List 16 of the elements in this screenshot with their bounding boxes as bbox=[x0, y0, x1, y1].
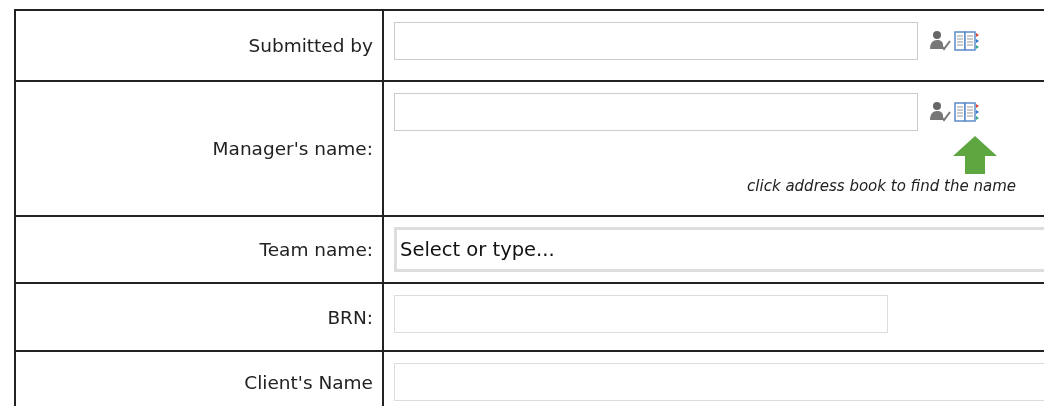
field-label: Team name: bbox=[259, 239, 373, 260]
people-field[interactable] bbox=[394, 22, 918, 60]
field-label: Manager's name: bbox=[212, 138, 373, 159]
field-label: BRN: bbox=[327, 306, 373, 328]
address-book-icon[interactable] bbox=[954, 30, 980, 52]
field-label: Submitted by bbox=[248, 35, 373, 56]
arrow-up-icon bbox=[952, 135, 998, 175]
check-names-icon[interactable] bbox=[928, 100, 952, 124]
check-names-icon[interactable] bbox=[928, 29, 952, 53]
team-combo-field[interactable]: Select or type... bbox=[394, 227, 1044, 272]
people-field[interactable] bbox=[394, 93, 918, 131]
input-field[interactable] bbox=[394, 363, 1044, 401]
input-field[interactable] bbox=[394, 295, 888, 333]
address-book-icon[interactable] bbox=[954, 101, 980, 123]
hint-text: click address book to find the name bbox=[747, 177, 1016, 195]
field-label: Client's Name bbox=[244, 371, 373, 393]
